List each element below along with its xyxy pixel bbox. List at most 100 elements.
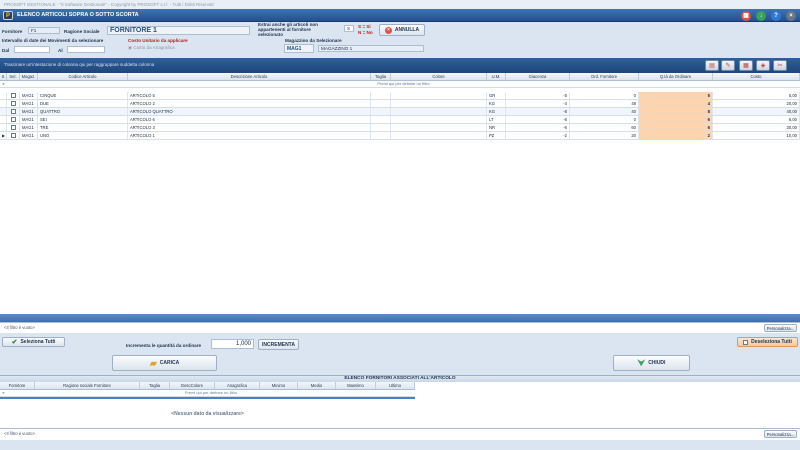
cell-codice: TRE [38, 124, 128, 131]
costo-anagrafica-option[interactable]: ◉ Costo da Anagrafica [128, 45, 175, 50]
incrementa-label: Incrementa le quantità da ordinare [126, 343, 202, 348]
articles-grid: S Sel. Magaz. Codice Articolo Descrizion… [0, 73, 800, 315]
cell-qta-ordinare[interactable]: 4 [639, 100, 713, 107]
spreadsheet-icon[interactable]: ▦ [739, 60, 753, 71]
group-by-hint: Trascinare un'intestazione di colonna qu… [4, 62, 155, 67]
fornitore-code-field[interactable]: F1 [28, 27, 60, 34]
col-fornitore[interactable]: Fornitore [0, 382, 35, 389]
col-giacenza[interactable]: Giacenza [506, 73, 570, 80]
col-massimo[interactable]: Massimo [336, 382, 376, 389]
col-descrizione[interactable]: Descrizione Articolo [128, 73, 371, 80]
cell-colore [391, 100, 487, 107]
table-row[interactable]: MAG1 TRE ARTICOLO 3 NR -6 60 6 30,00 [0, 124, 800, 132]
date-to-input[interactable] [67, 46, 105, 53]
cell-magazzino: MAG1 [20, 132, 38, 139]
row-checkbox[interactable] [7, 100, 20, 107]
settings-icon[interactable]: ✂ [773, 60, 787, 71]
row-checkbox[interactable] [7, 116, 20, 123]
cell-ord-fornitore: 20 [570, 132, 639, 139]
table-row[interactable]: ▶ MAG1 UNO ARTICOLO 1 PZ -2 20 2 10,00 [0, 132, 800, 140]
col-s[interactable]: S [0, 73, 7, 80]
cell-colore [391, 124, 487, 131]
layers-icon[interactable]: ◈ [756, 60, 770, 71]
suppliers-empty-message: <Nessun dato da visualizzare> [171, 411, 244, 417]
col-taglia[interactable]: Taglia [371, 73, 391, 80]
magazzino-code-field[interactable]: MAG1 [284, 44, 314, 53]
row-indicator [0, 116, 7, 123]
date-from-input[interactable] [14, 46, 50, 53]
cell-colore [391, 132, 487, 139]
help-icon[interactable]: ? [771, 11, 781, 21]
personalizza-button[interactable]: Personalizza... [764, 324, 797, 332]
ragione-sociale-field[interactable]: FORNITORE 1 [107, 26, 250, 35]
incrementa-quantity-input[interactable]: 1,000 [211, 339, 254, 349]
download-icon[interactable]: ↓ [756, 11, 766, 21]
printer-icon[interactable]: ▤ [705, 60, 719, 71]
incrementa-button[interactable]: INCREMENTA [258, 339, 299, 350]
estrai-sn-input[interactable]: S [344, 25, 354, 32]
table-row[interactable]: MAG1 QUATTRO ARTICOLO QUATTRO KG -8 40 8… [0, 108, 800, 116]
carica-button[interactable]: ▰ CARICA [112, 355, 217, 371]
cell-codice: DUE [38, 100, 128, 107]
cell-qta-ordinare[interactable]: 6 [639, 116, 713, 123]
export-icon[interactable]: ✎ [721, 60, 735, 71]
col-um[interactable]: U.M. [487, 73, 506, 80]
col-qta-ordinare[interactable]: Q.tà da Ordinare [639, 73, 713, 80]
cell-costo: 5,00 [713, 92, 800, 99]
cell-qta-ordinare[interactable]: 2 [639, 132, 713, 139]
col-taglia[interactable]: Taglia [140, 382, 170, 389]
col-anagrafica[interactable]: Anagrafica [215, 382, 260, 389]
close-icon[interactable]: × [786, 11, 796, 21]
chiudi-label: CHIUDI [648, 360, 666, 366]
row-checkbox[interactable] [7, 108, 20, 115]
col-colore[interactable]: Colore [391, 73, 487, 80]
cell-taglia [371, 92, 391, 99]
seleziona-tutti-button[interactable]: ✔ Seleziona Tutti [2, 337, 65, 347]
cell-um: KG [487, 100, 506, 107]
check-icon: ✔ [11, 338, 18, 346]
cell-ord-fornitore: 40 [570, 108, 639, 115]
table-row[interactable]: MAG1 SEI ARTICOLO 6 LT -6 0 6 6,00 [0, 116, 800, 124]
cell-taglia [371, 124, 391, 131]
suppliers-filter-row[interactable]: ▿ Premi qui per definire un filtro [0, 390, 415, 397]
cell-colore [391, 92, 487, 99]
deseleziona-tutti-label: Deseleziona Tutti [751, 339, 792, 345]
table-row[interactable]: MAG1 DUE ARTICOLO 2 KG -4 48 4 20,00 [0, 100, 800, 108]
annulla-button[interactable]: × ANNULLA [379, 24, 425, 36]
col-magazzino[interactable]: Magaz. [20, 73, 38, 80]
table-row[interactable]: MAG1 CINQUE ARTICOLO 5 GR -5 0 5 5,00 [0, 92, 800, 100]
cell-taglia [371, 100, 391, 107]
deseleziona-tutti-button[interactable]: Deseleziona Tutti [737, 337, 798, 347]
row-checkbox[interactable] [7, 132, 20, 139]
calculator-icon[interactable]: ▦ [741, 11, 751, 21]
col-minimo[interactable]: Minimo [260, 382, 298, 389]
al-label: Al [58, 48, 63, 53]
cell-qta-ordinare[interactable]: 6 [639, 124, 713, 131]
intervallo-date-label: Intervallo di date dei Movimenti da sele… [2, 38, 104, 43]
col-desc-colore[interactable]: DescColore [170, 382, 215, 389]
cell-um: NR [487, 124, 506, 131]
cell-qta-ordinare[interactable]: 8 [639, 108, 713, 115]
carica-label: CARICA [159, 360, 180, 366]
grid-horizontal-scrollbar[interactable] [0, 314, 800, 322]
col-sel[interactable]: Sel. [7, 73, 20, 80]
col-costo[interactable]: Costo [713, 73, 800, 80]
row-checkbox[interactable] [7, 124, 20, 131]
chiudi-button[interactable]: ⮟ CHIUDI [613, 355, 690, 371]
magazzino-label: Magazzino da Selezionare [285, 38, 342, 43]
col-ord-fornitore[interactable]: Ord. Fornitore [570, 73, 639, 80]
col-codice[interactable]: Codice Articolo [38, 73, 128, 80]
cell-codice: QUATTRO [38, 108, 128, 115]
col-ragione-sociale-fornitore[interactable]: Ragione sociale Fornitore [35, 382, 140, 389]
col-medio[interactable]: Medio [298, 382, 336, 389]
cell-colore [391, 116, 487, 123]
cell-qta-ordinare[interactable]: 5 [639, 92, 713, 99]
col-ultimo[interactable]: Ultimo [376, 382, 415, 389]
grid-filter-row[interactable]: ▿ Premi qui per definire un filtro [0, 81, 800, 88]
row-checkbox[interactable] [7, 92, 20, 99]
cell-giacenza: -5 [506, 92, 570, 99]
filter-icon: ▿ [2, 390, 5, 395]
estrai-articoli-label: Estrai anche gli articoli non appartenen… [258, 22, 318, 37]
suppliers-personalizza-button[interactable]: Personalizza... [764, 430, 797, 438]
cell-magazzino: MAG1 [20, 108, 38, 115]
